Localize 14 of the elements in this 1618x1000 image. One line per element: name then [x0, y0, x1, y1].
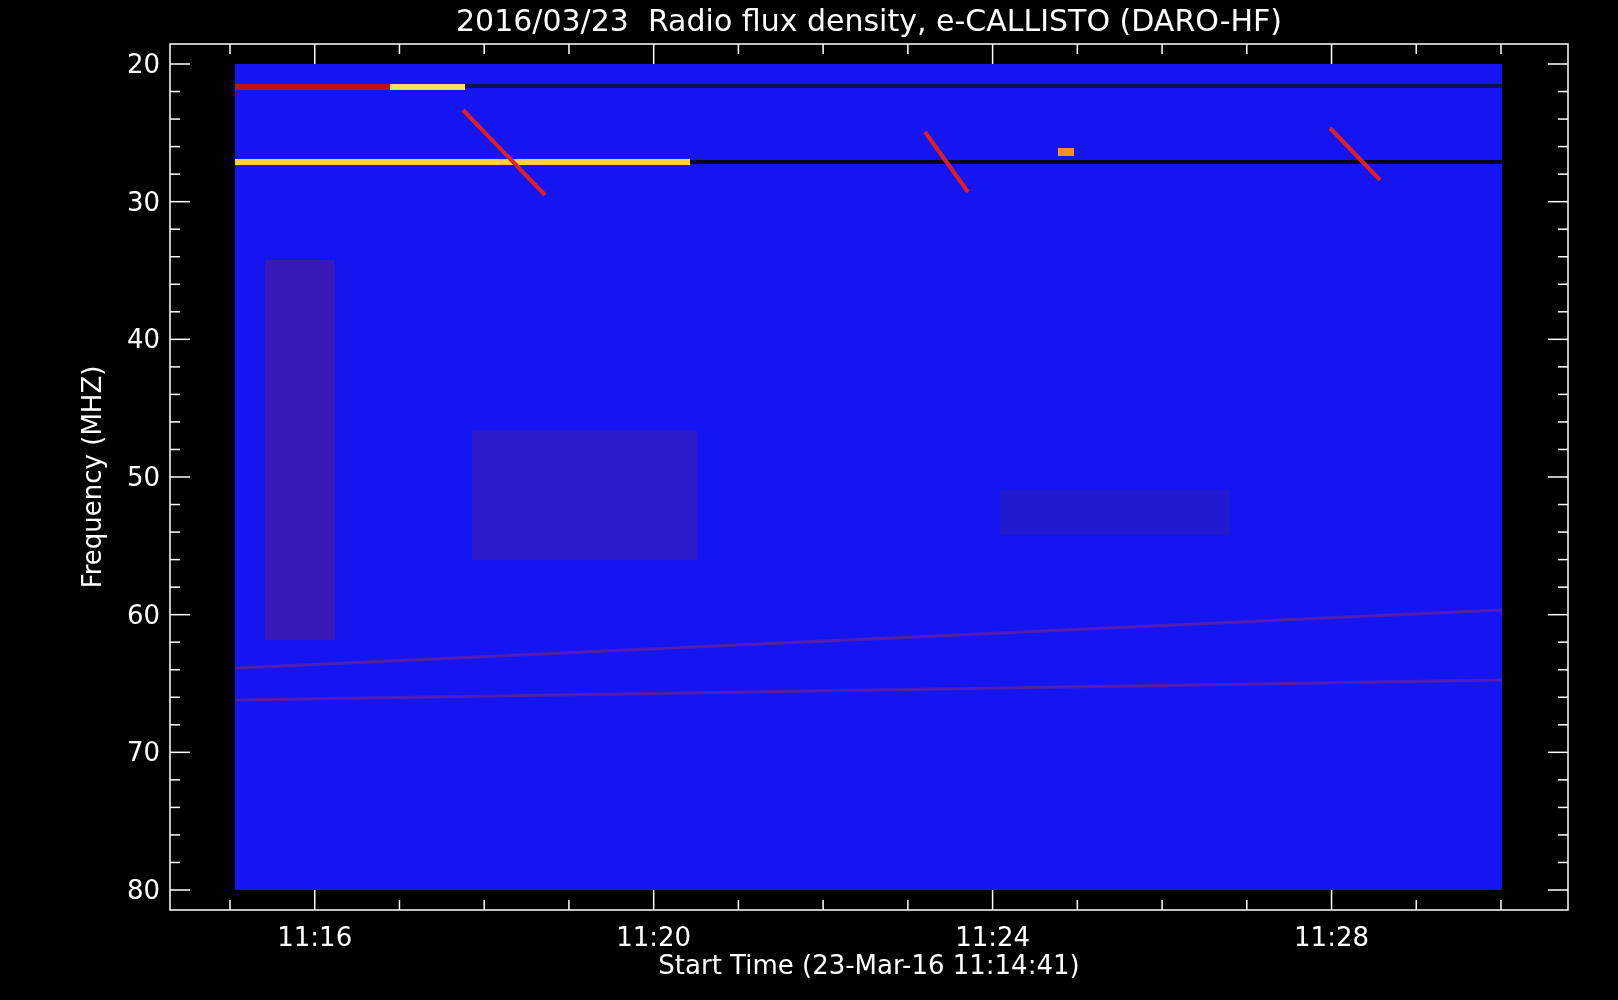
y-tick-label: 70 — [126, 737, 160, 768]
chart-title: 2016/03/23 Radio flux density, e-CALLISTO (DARO-HF) — [455, 3, 1283, 38]
y-tick-label: 80 — [126, 875, 160, 905]
x-tick-label: 11:24 — [955, 922, 1031, 952]
y-axis-label: Frequency (MHZ) — [77, 365, 107, 589]
y-tick-label: 40 — [126, 324, 160, 355]
y-tick-label: 50 — [126, 462, 160, 492]
y-tick-label: 60 — [126, 599, 160, 630]
x-axis-label: Start Time (23-Mar-16 11:14:41) — [658, 950, 1080, 980]
x-tick-label: 11:16 — [277, 922, 353, 952]
x-tick-label: 11:28 — [1294, 922, 1369, 952]
y-tick-label: 30 — [126, 186, 160, 217]
y-tick-label: 20 — [126, 49, 160, 79]
x-tick-label: 11:20 — [616, 922, 692, 952]
